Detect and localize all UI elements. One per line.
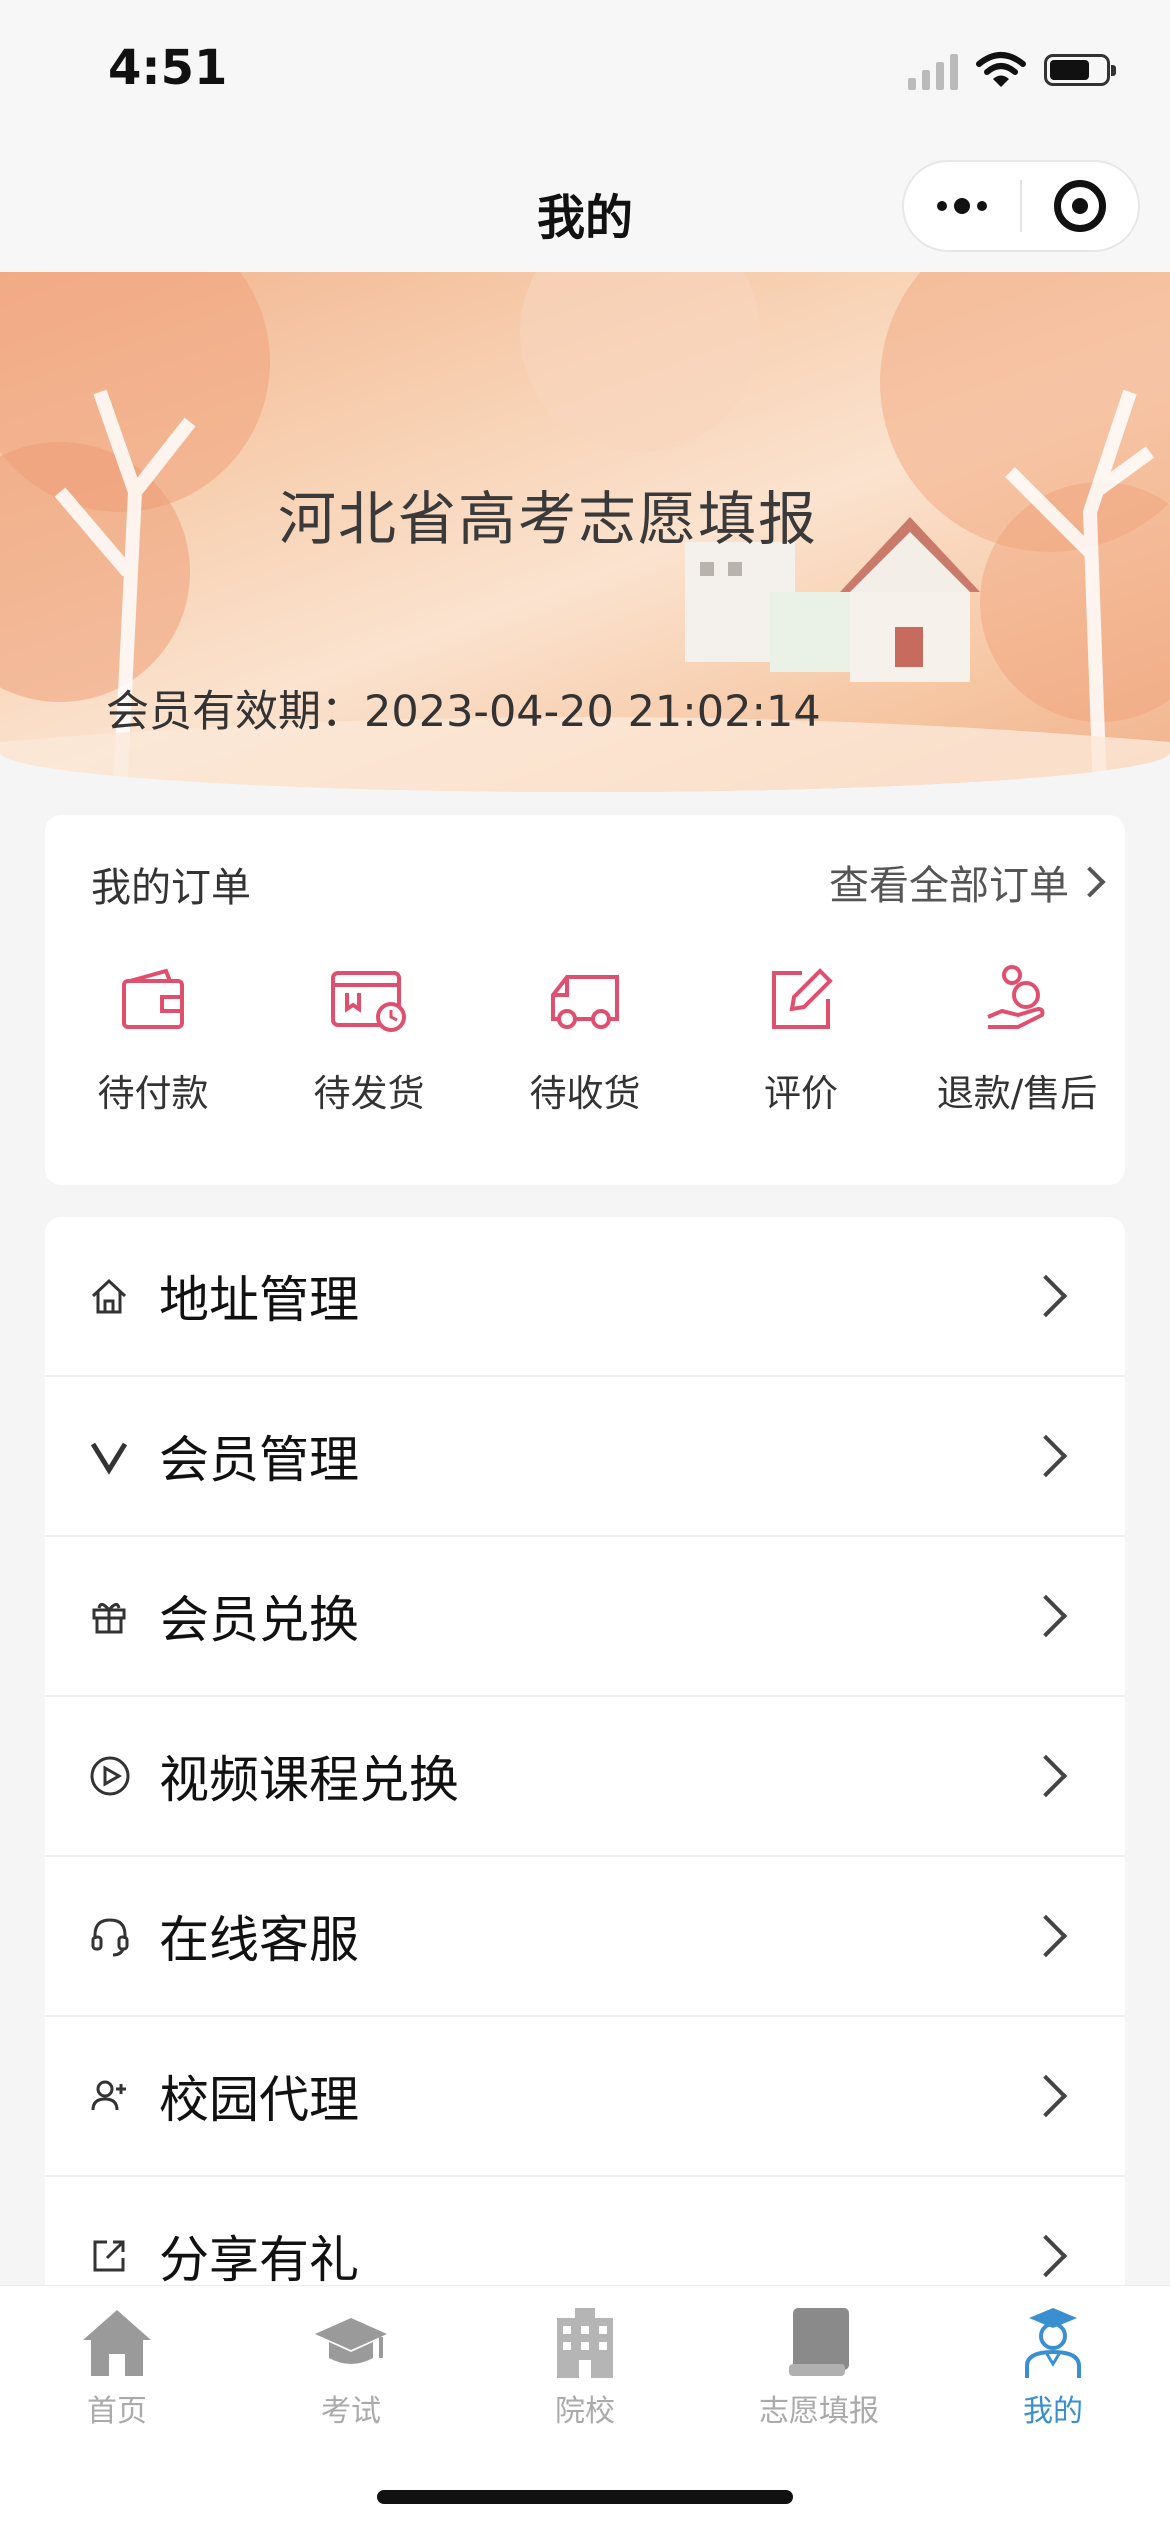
member-banner: 河北省高考志愿填报 会员有效期：2023-04-20 21:02:14 xyxy=(0,272,1170,792)
order-pending-receipt[interactable]: 待收货 xyxy=(477,965,693,1117)
menu-item-label: 校园代理 xyxy=(159,2071,359,2129)
orders-card: 我的订单 查看全部订单 待付款 待发货 待收货 评价 退款/售后 xyxy=(45,815,1125,1185)
chevron-right-icon xyxy=(1024,1274,1068,1318)
menu-item-label: 会员兑换 xyxy=(159,1591,359,1649)
share-icon xyxy=(89,2226,149,2286)
nav-bar: 我的 xyxy=(0,140,1170,272)
v-icon xyxy=(89,1426,149,1486)
headset-icon xyxy=(89,1906,149,1966)
wallet-icon xyxy=(122,968,184,1029)
menu-item-label: 在线客服 xyxy=(159,1911,359,1969)
menu-item-campus-agent[interactable]: 校园代理 xyxy=(45,2017,1125,2177)
gift-icon xyxy=(89,1586,149,1646)
chevron-right-icon xyxy=(1024,1754,1068,1798)
tab-mine[interactable]: 我的 xyxy=(936,2304,1170,2430)
menu-item-label: 地址管理 xyxy=(159,1271,359,1329)
membership-expiry: 会员有效期：2023-04-20 21:02:14 xyxy=(106,687,821,737)
battery-icon xyxy=(1044,54,1116,86)
building-icon xyxy=(557,2308,613,2378)
tab-label: 志愿填报 xyxy=(759,2394,879,2429)
graduation-cap-icon xyxy=(315,2318,387,2364)
tab-label: 院校 xyxy=(555,2394,615,2429)
status-time: 4:51 xyxy=(108,40,228,96)
mini-program-capsule xyxy=(902,160,1140,252)
home-icon xyxy=(83,2310,151,2376)
tab-application[interactable]: 志愿填报 xyxy=(702,2304,936,2430)
tab-home[interactable]: 首页 xyxy=(0,2304,234,2430)
truck-icon xyxy=(551,975,619,1029)
refund-hand-icon xyxy=(987,965,1045,1029)
target-icon xyxy=(1054,180,1106,232)
order-item-label: 待付款 xyxy=(97,1072,209,1115)
chevron-right-icon xyxy=(1024,1434,1068,1478)
order-pending-payment[interactable]: 待付款 xyxy=(45,965,261,1117)
edit-icon xyxy=(772,968,833,1029)
menu-card: 地址管理 会员管理 会员兑换 视频课程兑换 在线客服 校园代理 分享有礼 xyxy=(45,1217,1125,2317)
orders-title: 我的订单 xyxy=(91,865,251,911)
menu-item-label: 会员管理 xyxy=(159,1431,359,1489)
menu-item-redeem[interactable]: 会员兑换 xyxy=(45,1537,1125,1697)
chevron-right-icon xyxy=(1024,2234,1068,2278)
chevron-right-icon xyxy=(1074,866,1106,898)
user-plus-icon xyxy=(89,2066,149,2126)
tab-label: 考试 xyxy=(321,2394,381,2429)
chevron-right-icon xyxy=(1024,1914,1068,1958)
chevron-right-icon xyxy=(1024,1594,1068,1638)
wifi-icon xyxy=(976,52,1026,87)
order-item-label: 待收货 xyxy=(529,1072,641,1115)
package-clock-icon xyxy=(331,971,406,1032)
menu-item-video-course[interactable]: 视频课程兑换 xyxy=(45,1697,1125,1857)
home-outline-icon xyxy=(89,1266,149,1326)
order-pending-shipment[interactable]: 待发货 xyxy=(261,965,477,1117)
book-icon xyxy=(789,2308,849,2376)
order-review[interactable]: 评价 xyxy=(693,965,909,1117)
menu-item-label: 视频课程兑换 xyxy=(159,1751,459,1809)
view-all-orders-label: 查看全部订单 xyxy=(829,863,1069,909)
view-all-orders-link[interactable]: 查看全部订单 xyxy=(829,853,1106,911)
tab-colleges[interactable]: 院校 xyxy=(468,2304,702,2430)
order-item-label: 退款/售后 xyxy=(936,1072,1098,1115)
order-refund[interactable]: 退款/售后 xyxy=(909,965,1125,1117)
status-icons xyxy=(908,50,1116,90)
play-circle-icon xyxy=(89,1746,149,1806)
order-status-row: 待付款 待发货 待收货 评价 退款/售后 xyxy=(45,965,1125,1117)
order-item-label: 评价 xyxy=(764,1072,838,1115)
status-bar: 4:51 xyxy=(0,0,1170,140)
menu-item-membership[interactable]: 会员管理 xyxy=(45,1377,1125,1537)
student-icon xyxy=(1025,2308,1081,2378)
banner-title: 河北省高考志愿填报 xyxy=(278,485,819,553)
menu-item-label: 分享有礼 xyxy=(159,2231,359,2289)
signal-icon xyxy=(908,50,958,90)
close-button[interactable] xyxy=(1022,162,1138,250)
chevron-right-icon xyxy=(1024,2074,1068,2118)
menu-item-customer-service[interactable]: 在线客服 xyxy=(45,1857,1125,2017)
more-button[interactable] xyxy=(904,162,1020,250)
tab-label: 我的 xyxy=(1023,2394,1083,2429)
menu-item-address[interactable]: 地址管理 xyxy=(45,1217,1125,1377)
tab-exam[interactable]: 考试 xyxy=(234,2304,468,2430)
order-item-label: 待发货 xyxy=(313,1072,425,1115)
tab-label: 首页 xyxy=(87,2394,147,2429)
home-indicator xyxy=(377,2490,793,2504)
